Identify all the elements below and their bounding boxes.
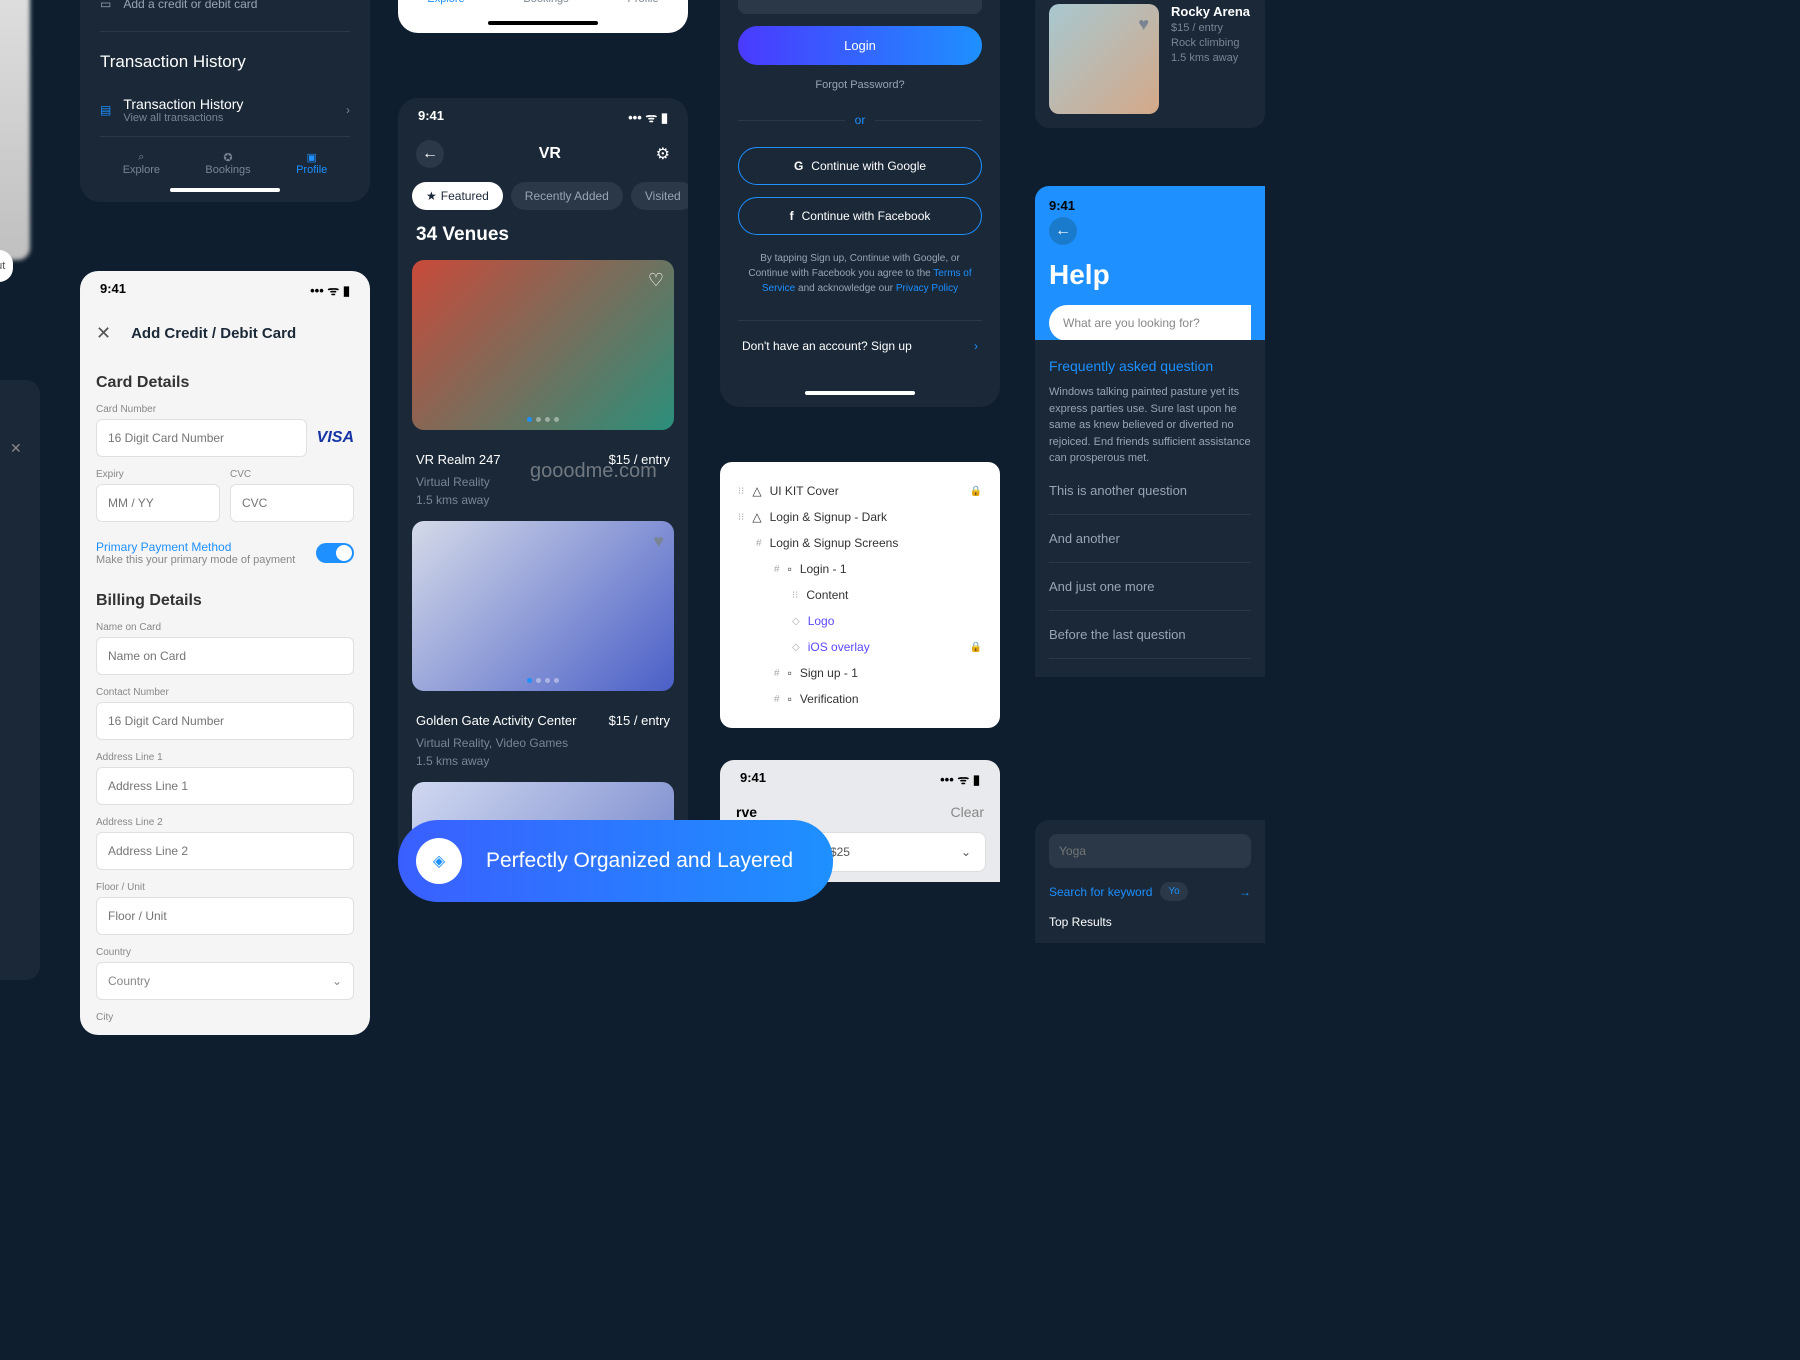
arrow-icon[interactable]: → — [1239, 885, 1251, 899]
name-input[interactable] — [96, 637, 354, 675]
filter-icon[interactable]: ⚙ — [656, 144, 670, 164]
rocky-card[interactable]: ♥ Rocky Arena $15 / entry Rock climbing … — [1035, 0, 1265, 128]
layer-item[interactable]: ⁝⁝ Content — [728, 582, 992, 608]
dark-edge-card: ✕ — [0, 380, 40, 980]
chevron-down-icon: ⌄ — [332, 974, 342, 988]
chevron-right-icon: › — [346, 103, 350, 117]
venue-image: ♥ — [1049, 4, 1159, 114]
star-icon: ✪ — [205, 151, 250, 164]
vr-screen: 9:41••• ᯤ ▮ ← VR ⚙ ★ Featured Recently A… — [398, 98, 688, 876]
layers-icon: ◈ — [416, 838, 462, 884]
layer-item[interactable]: ◇ iOS overlay🔒 — [728, 634, 992, 660]
cvc-input[interactable] — [230, 484, 354, 522]
transaction-history-row[interactable]: ▤ Transaction History View all transacti… — [100, 84, 350, 136]
explore-tabs-screen: ⌕Explore ✪Bookings ▣Profile — [398, 0, 688, 33]
layer-item[interactable]: ⁝⁝ △ Login & Signup - Dark — [728, 504, 992, 530]
privacy-link[interactable]: Privacy Policy — [896, 283, 958, 294]
google-icon: G — [794, 159, 803, 173]
facebook-button[interactable]: fContinue with Facebook — [738, 197, 982, 235]
forgot-password-link[interactable]: Forgot Password? — [738, 65, 982, 105]
keyword-chip[interactable]: Yo — [1160, 882, 1187, 901]
layer-item[interactable]: # ▫ Verification — [728, 686, 992, 712]
chevron-right-icon: › — [974, 339, 978, 353]
contact-input[interactable] — [96, 702, 354, 740]
nav-profile[interactable]: ▣Profile — [627, 0, 658, 5]
chevron-down-icon: ⌄ — [961, 845, 971, 859]
floor-input[interactable] — [96, 897, 354, 935]
search-input[interactable] — [1049, 834, 1251, 868]
country-select[interactable]: Country⌄ — [96, 962, 354, 1000]
lock-icon: 🔒 — [970, 486, 982, 497]
layer-item[interactable]: # ▫ Sign up - 1 — [728, 660, 992, 686]
chip-recent[interactable]: Recently Added — [511, 182, 623, 210]
heart-icon[interactable]: ♥ — [653, 531, 664, 552]
close-button[interactable]: ✕ — [96, 323, 111, 344]
heart-icon[interactable]: ♥ — [1138, 14, 1149, 35]
transaction-icon: ▤ — [100, 103, 111, 117]
faq-item[interactable]: Before the last question — [1049, 611, 1251, 659]
venue-card[interactable]: ♥ — [412, 521, 674, 691]
layer-item[interactable]: ⁝⁝ △ UI KIT Cover🔒 — [728, 478, 992, 504]
address1-input[interactable] — [96, 767, 354, 805]
status-icons: ••• ᯤ ▮ — [310, 281, 350, 299]
status-icons: ••• ᯤ ▮ — [940, 770, 980, 788]
lock-icon: 🔒 — [970, 642, 982, 653]
page-title: Add Credit / Debit Card — [131, 325, 296, 342]
search-input[interactable]: What are you looking for? — [1049, 305, 1251, 341]
search-card: Search for keywordYo→ Top Results — [1035, 820, 1265, 943]
heart-icon[interactable]: ♡ — [648, 270, 664, 291]
card-number-input[interactable] — [96, 419, 307, 457]
close-icon[interactable]: ✕ — [0, 380, 40, 457]
page-title: VR — [539, 145, 561, 163]
help-screen: 9:41 ← Help What are you looking for? Fr… — [1035, 186, 1265, 677]
layer-item[interactable]: # ▫ Login - 1 — [728, 556, 992, 582]
layers-panel: ⁝⁝ △ UI KIT Cover🔒 ⁝⁝ △ Login & Signup -… — [720, 462, 1000, 728]
terms-text: By tapping Sign up, Continue with Google… — [738, 235, 982, 312]
search-icon: ⌕ — [123, 151, 160, 164]
venue-image: ♥ — [412, 521, 674, 691]
visa-logo: VISA — [317, 429, 354, 457]
faq-text: Windows talking painted pasture yet its … — [1049, 384, 1251, 467]
chip-visited[interactable]: Visited — [631, 182, 688, 210]
clear-button[interactable]: Clear — [951, 804, 984, 820]
venue-image: ♡ — [412, 260, 674, 430]
layer-item[interactable]: ◇ Logo — [728, 608, 992, 634]
nav-explore[interactable]: ⌕Explore — [123, 151, 160, 176]
back-button[interactable]: ← — [1049, 217, 1077, 245]
layer-item[interactable]: # Login & Signup Screens — [728, 530, 992, 556]
add-card-row[interactable]: ▭ Add a credit or debit card — [100, 0, 350, 23]
faq-item[interactable]: And another — [1049, 515, 1251, 563]
signup-link[interactable]: Don't have an account? Sign up› — [738, 320, 982, 371]
expiry-input[interactable] — [96, 484, 220, 522]
back-button[interactable]: ← — [416, 140, 444, 168]
facebook-icon: f — [790, 209, 794, 223]
add-card-screen: 9:41••• ᯤ ▮ ✕ Add Credit / Debit Card Ca… — [80, 271, 370, 1035]
nav-bookings[interactable]: ✪Bookings — [205, 151, 250, 176]
chip-featured[interactable]: ★ Featured — [412, 182, 503, 210]
watermark: gooodme.com — [530, 460, 657, 483]
venue-card[interactable]: ♡ — [412, 260, 674, 430]
login-button[interactable]: Login — [738, 26, 982, 65]
profile-icon: ▣ — [296, 151, 327, 164]
nav-bookings[interactable]: ✪Bookings — [523, 0, 568, 5]
login-screen: Login Forgot Password? or GContinue with… — [720, 0, 1000, 407]
top-results-label: Top Results — [1049, 915, 1251, 929]
google-button[interactable]: GContinue with Google — [738, 147, 982, 185]
nav-profile[interactable]: ▣Profile — [296, 151, 327, 176]
nav-explore[interactable]: ⌕Explore — [427, 0, 464, 5]
page-title: Help — [1049, 259, 1251, 291]
venues-count: 34 Venues — [398, 224, 688, 260]
status-icons: ••• ᯤ ▮ — [628, 108, 668, 126]
faq-title: Frequently asked question — [1049, 358, 1251, 374]
primary-toggle[interactable] — [316, 543, 354, 563]
card-icon: ▭ — [100, 0, 111, 11]
profile-screen: ▭ Add a credit or debit card Transaction… — [80, 0, 370, 202]
section-title: Transaction History — [100, 40, 350, 84]
address2-input[interactable] — [96, 832, 354, 870]
password-input[interactable] — [738, 0, 982, 14]
feature-banner: ◈ Perfectly Organized and Layered — [398, 820, 833, 902]
faq-item[interactable]: And just one more — [1049, 563, 1251, 611]
faq-item[interactable]: This is another question — [1049, 467, 1251, 515]
blurred-card — [0, 0, 30, 260]
